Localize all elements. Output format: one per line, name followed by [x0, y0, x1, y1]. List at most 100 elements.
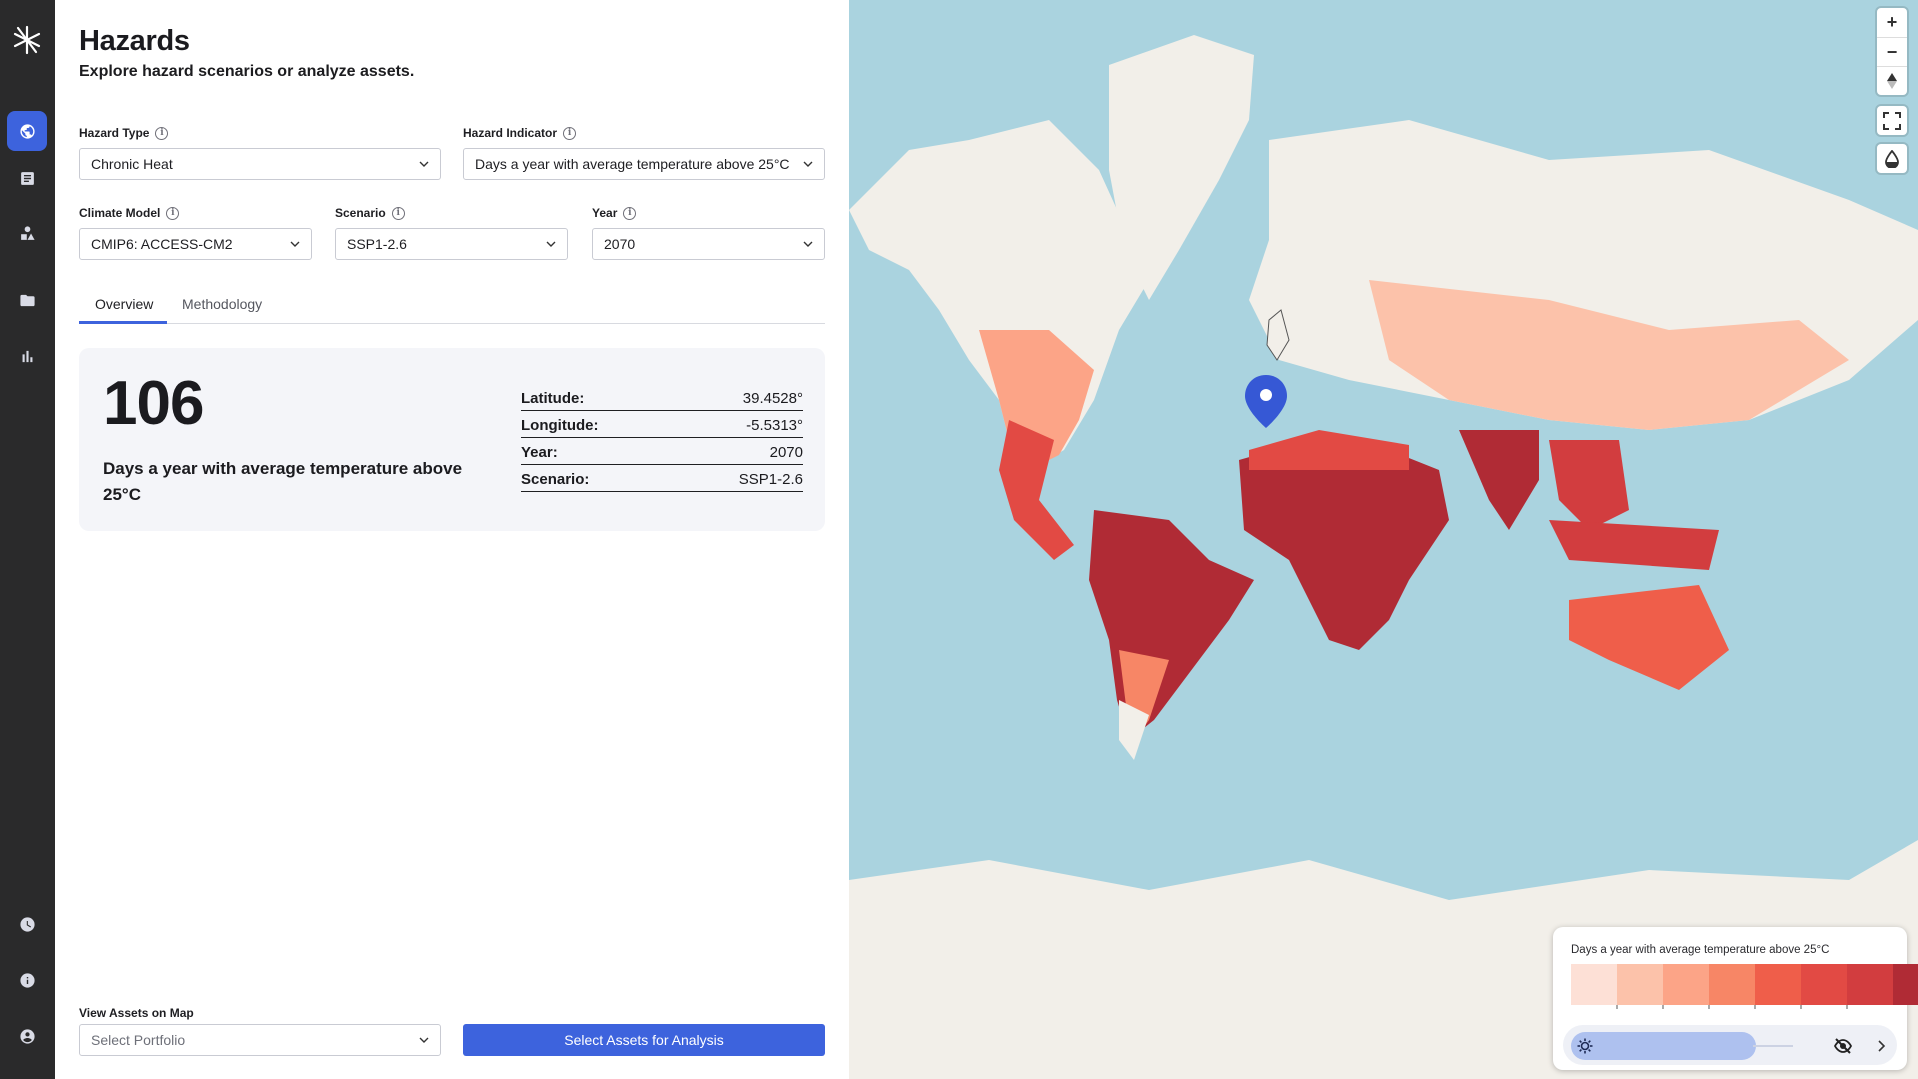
legend-swatch: [1893, 964, 1918, 1005]
detail-value: 39.4528°: [742, 390, 803, 407]
legend-swatch: [1847, 964, 1893, 1005]
document-icon: [20, 171, 34, 185]
view-assets-label-text: View Assets on Map: [79, 1006, 194, 1020]
detail-key: Longitude:: [521, 417, 599, 434]
heat-north-africa: [1249, 430, 1409, 470]
heat-indonesia: [1549, 520, 1719, 570]
location-pin-center: [1260, 389, 1272, 401]
folder-icon: [19, 294, 35, 306]
hazard-type-value: Chronic Heat: [91, 156, 173, 172]
heat-australia: [1569, 585, 1729, 690]
nav-reports[interactable]: [7, 158, 47, 198]
legend-color-ramp: [1571, 964, 1918, 1005]
fullscreen-control: [1877, 106, 1907, 135]
zoom-in-button[interactable]: +: [1877, 8, 1907, 37]
tab-methodology[interactable]: Methodology: [182, 296, 262, 312]
legend-ticks: [1616, 1005, 1848, 1009]
nav-account[interactable]: [7, 1016, 47, 1056]
info-icon[interactable]: i: [391, 206, 405, 220]
nav-hazards[interactable]: [7, 111, 47, 151]
water-drop-icon: [1885, 149, 1899, 168]
info-icon[interactable]: i: [155, 126, 169, 140]
climate-model-select[interactable]: CMIP6: ACCESS-CM2: [79, 228, 312, 260]
hazard-indicator-value: Days a year with average temperature abo…: [475, 156, 790, 172]
detail-value: -5.5313°: [746, 417, 803, 434]
compass-icon: [1887, 73, 1897, 89]
hazard-map[interactable]: + −: [849, 0, 1918, 1079]
nav-analytics[interactable]: [7, 336, 47, 376]
legend-title: Days a year with average temperature abo…: [1571, 944, 1830, 956]
detail-row-scenario: Scenario: SSP1-2.6: [521, 465, 803, 492]
detail-value: SSP1-2.6: [738, 471, 803, 488]
map-legend: Days a year with average temperature abo…: [1553, 927, 1918, 1070]
zoom-controls: + −: [1877, 8, 1907, 95]
hazard-value: 106: [103, 369, 204, 438]
opacity-slider[interactable]: [1571, 1032, 1756, 1060]
scenario-select[interactable]: SSP1-2.6: [335, 228, 568, 260]
chevron-down-icon: [419, 1037, 429, 1043]
chevron-down-icon: [419, 161, 429, 167]
heat-south-america: [1089, 510, 1254, 740]
climate-model-label: Climate Model i: [79, 206, 180, 220]
active-tab-indicator: [79, 321, 167, 324]
info-icon[interactable]: i: [563, 126, 577, 140]
nav-portfolios[interactable]: [7, 280, 47, 320]
heat-india: [1459, 430, 1539, 530]
info-icon[interactable]: i: [623, 206, 637, 220]
detail-key: Year:: [521, 444, 558, 461]
climate-model-label-text: Climate Model: [79, 206, 161, 220]
legend-swatch: [1709, 964, 1755, 1005]
chevron-down-icon: [290, 241, 300, 247]
nav-info[interactable]: [7, 960, 47, 1000]
info-icon: [19, 972, 35, 988]
detail-row-longitude: Longitude: -5.5313°: [521, 411, 803, 438]
year-select[interactable]: 2070: [592, 228, 825, 260]
chevron-down-icon: [803, 161, 813, 167]
portfolio-select[interactable]: Select Portfolio: [79, 1024, 441, 1056]
heat-africa: [1239, 440, 1449, 650]
hazard-indicator-select[interactable]: Days a year with average temperature abo…: [463, 148, 825, 180]
view-assets-label: View Assets on Map: [79, 1006, 194, 1020]
result-tabs: Overview Methodology: [79, 288, 825, 324]
opacity-button[interactable]: [1877, 144, 1907, 173]
hazard-type-select[interactable]: Chronic Heat: [79, 148, 441, 180]
fullscreen-button[interactable]: [1877, 106, 1907, 135]
nav-history[interactable]: [7, 904, 47, 944]
info-icon[interactable]: i: [166, 206, 180, 220]
hazards-panel: Hazards Explore hazard scenarios or anal…: [55, 0, 849, 1079]
brightness-icon: [1577, 1038, 1593, 1054]
layer-opacity-bar: [1563, 1025, 1897, 1065]
scenario-label: Scenario i: [335, 206, 405, 220]
opacity-control: [1877, 144, 1907, 173]
world-map[interactable]: [849, 0, 1918, 1079]
result-card: 106 Days a year with average temperature…: [79, 348, 825, 531]
portfolio-placeholder: Select Portfolio: [91, 1032, 186, 1048]
detail-row-latitude: Latitude: 39.4528°: [521, 384, 803, 411]
year-value: 2070: [604, 236, 636, 252]
detail-key: Latitude:: [521, 390, 585, 407]
fullscreen-icon: [1883, 111, 1901, 130]
legend-swatch: [1571, 964, 1617, 1005]
legend-swatch: [1801, 964, 1847, 1005]
hazard-description: Days a year with average temperature abo…: [103, 459, 463, 504]
shapes-icon: [20, 225, 35, 240]
page-subtitle: Explore hazard scenarios or analyze asse…: [79, 63, 415, 80]
opacity-slider-track[interactable]: [1753, 1045, 1793, 1047]
visibility-off-icon[interactable]: [1833, 1036, 1853, 1056]
bar-chart-icon: [22, 350, 32, 362]
sidebar: [0, 0, 55, 1079]
detail-value: 2070: [769, 444, 803, 461]
scenario-label-text: Scenario: [335, 206, 386, 220]
zoom-out-button[interactable]: −: [1877, 37, 1907, 66]
legend-swatch: [1663, 964, 1709, 1005]
select-assets-button[interactable]: Select Assets for Analysis: [463, 1024, 825, 1056]
hazard-indicator-label-text: Hazard Indicator: [463, 126, 558, 140]
nav-assets[interactable]: [7, 213, 47, 253]
land-north-america: [849, 120, 1149, 470]
tab-overview[interactable]: Overview: [95, 296, 153, 312]
account-icon: [19, 1028, 35, 1044]
chevron-right-icon[interactable]: [1877, 1039, 1887, 1053]
app-logo[interactable]: [10, 23, 44, 57]
hazard-indicator-label: Hazard Indicator i: [463, 126, 577, 140]
compass-button[interactable]: [1877, 66, 1907, 95]
